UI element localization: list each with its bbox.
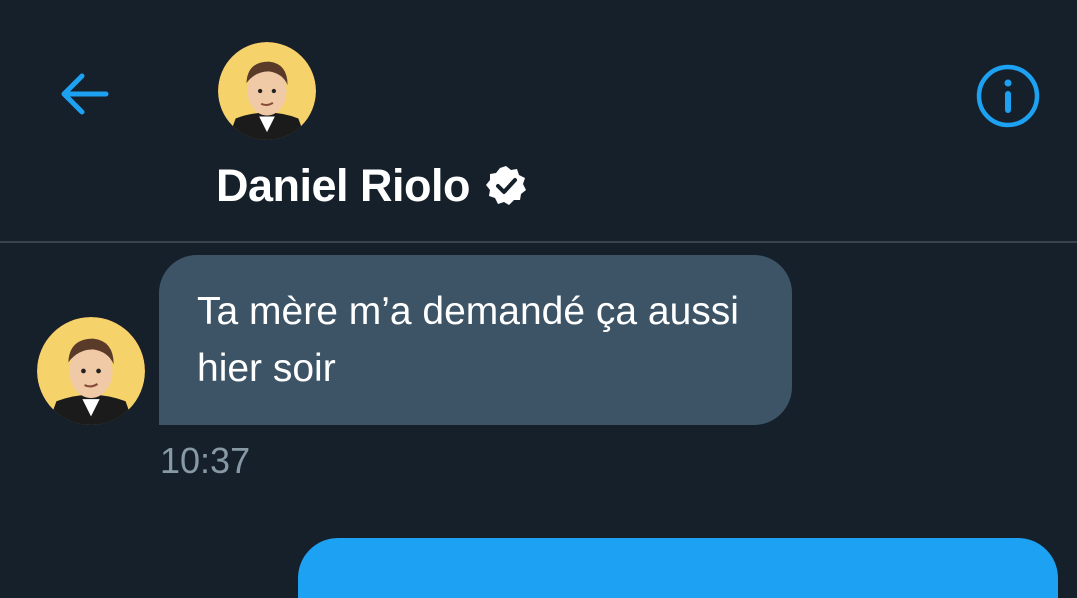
message-timestamp: 10:37 xyxy=(160,440,251,481)
message-bubble[interactable]: Ta mère m’a demandé ça aussi hier soir xyxy=(159,255,792,425)
header-divider xyxy=(0,241,1077,243)
verified-badge-icon xyxy=(484,164,528,208)
info-button[interactable] xyxy=(972,62,1044,130)
sender-avatar[interactable] xyxy=(37,317,145,425)
page-title: Daniel Riolo xyxy=(216,160,471,211)
message-text: Ta mère m’a demandé ça aussi hier soir xyxy=(197,290,739,390)
info-icon xyxy=(976,64,1040,128)
avatar[interactable] xyxy=(218,42,316,140)
outgoing-message-bubble[interactable] xyxy=(298,538,1058,598)
arrow-left-icon xyxy=(61,73,109,115)
conversation-header: Daniel Riolo xyxy=(0,0,1077,242)
conversation-title: Daniel Riolo xyxy=(216,156,528,216)
back-button[interactable] xyxy=(52,66,116,122)
